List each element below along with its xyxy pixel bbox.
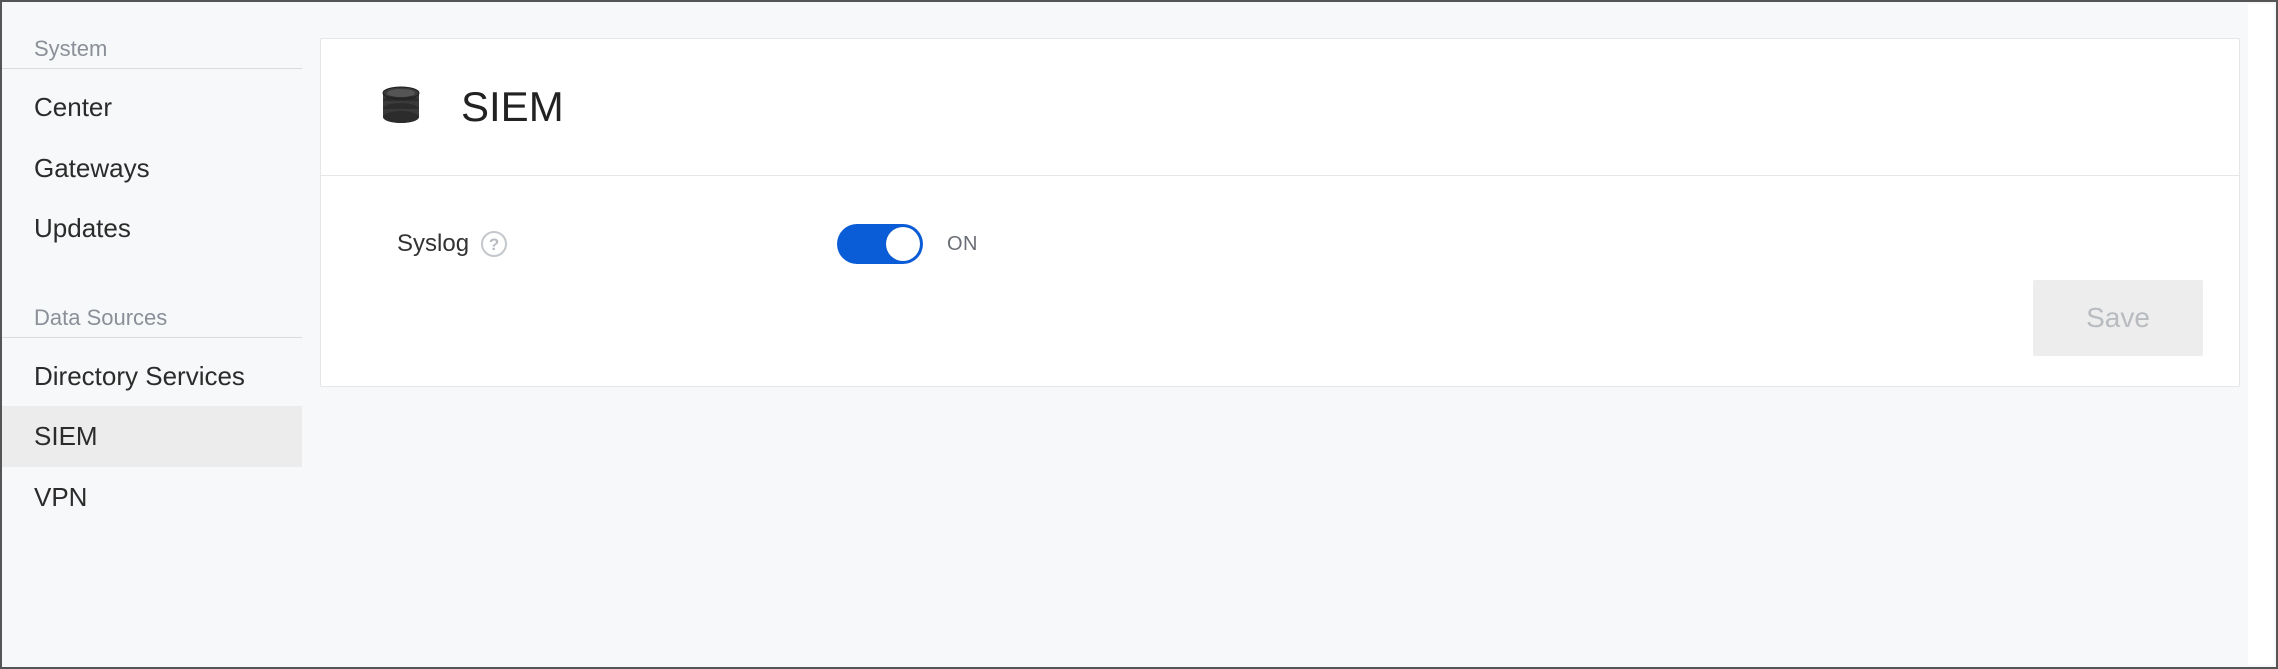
card-body: Syslog ? ON Save	[321, 176, 2239, 386]
syslog-label-text: Syslog	[397, 230, 469, 258]
app-frame: System Center Gateways Updates Data Sour…	[0, 0, 2278, 669]
card-header: SIEM	[321, 39, 2239, 176]
syslog-toggle[interactable]	[837, 224, 923, 264]
syslog-toggle-knob	[886, 227, 920, 261]
nav-group-header-system: System	[2, 26, 302, 69]
main-content: SIEM Syslog ? ON Save	[302, 2, 2276, 667]
page-title: SIEM	[461, 83, 564, 131]
nav-item-gateways[interactable]: Gateways	[2, 138, 302, 199]
database-icon	[377, 83, 425, 131]
setting-label-syslog: Syslog ?	[377, 230, 837, 258]
save-button[interactable]: Save	[2033, 280, 2203, 356]
setting-row-syslog: Syslog ? ON	[377, 216, 2183, 272]
nav-item-vpn[interactable]: VPN	[2, 467, 302, 528]
toggle-wrap-syslog: ON	[837, 224, 978, 264]
sidebar: System Center Gateways Updates Data Sour…	[2, 2, 302, 667]
help-icon[interactable]: ?	[481, 231, 507, 257]
nav-item-updates[interactable]: Updates	[2, 198, 302, 259]
nav-item-center[interactable]: Center	[2, 77, 302, 138]
syslog-toggle-state: ON	[947, 233, 978, 256]
settings-card: SIEM Syslog ? ON Save	[320, 38, 2240, 387]
nav-group-header-data-sources: Data Sources	[2, 295, 302, 338]
nav-item-directory-services[interactable]: Directory Services	[2, 346, 302, 407]
nav-item-siem[interactable]: SIEM	[2, 406, 302, 467]
